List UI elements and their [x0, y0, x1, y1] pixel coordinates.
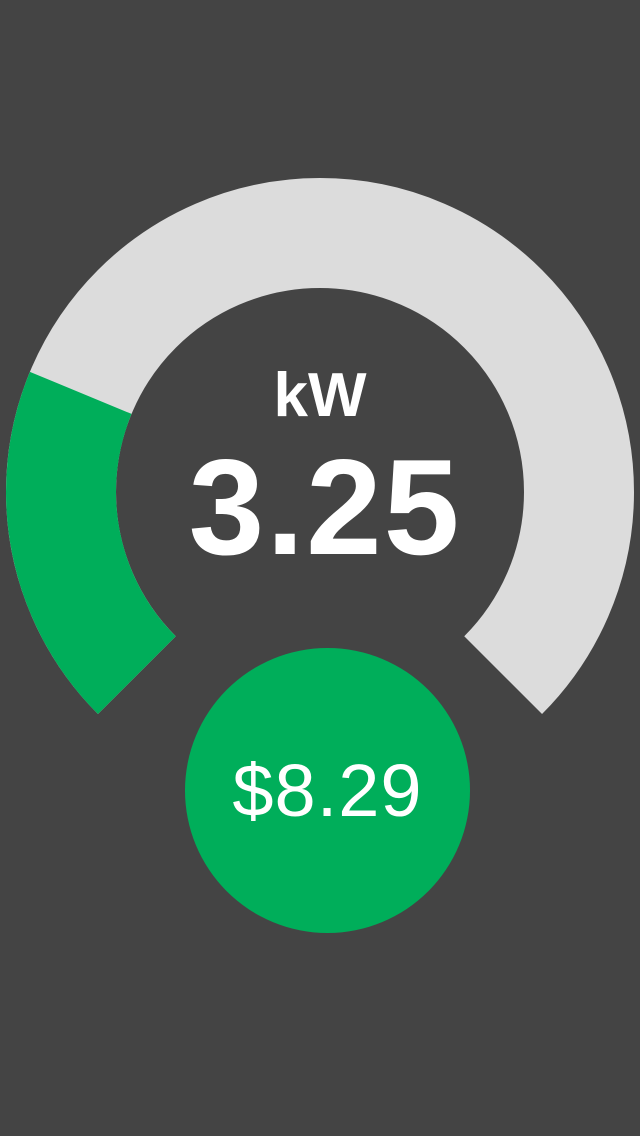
cost-value: $8.29: [232, 749, 423, 832]
power-unit-label: kW: [273, 361, 367, 430]
cost-badge[interactable]: $8.29: [185, 648, 470, 933]
power-meter-screen: kW 3.25 $8.29: [0, 0, 640, 1136]
power-value: 3.25: [188, 431, 462, 583]
